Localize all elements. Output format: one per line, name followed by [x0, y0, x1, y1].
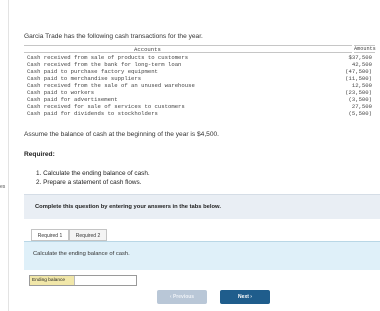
row-amount: (5,500) — [348, 110, 373, 117]
row-description: Cash paid to purchase factory equipment — [27, 68, 158, 75]
previous-label: Previous — [172, 294, 195, 300]
row-amount: 27,500 — [351, 103, 372, 110]
row-amount: 12,500 — [351, 82, 372, 89]
chevron-left-icon: ‹ — [169, 294, 172, 300]
row-description: Cash received from sale of products to c… — [27, 54, 189, 61]
next-button[interactable]: Next › — [220, 290, 270, 304]
tab-required-2[interactable]: Required 2 — [69, 229, 107, 241]
instruction-text: Complete this question by entering your … — [35, 204, 221, 210]
assumption-text: Assume the balance of cash at the beginn… — [24, 131, 220, 138]
row-amount: (11,500) — [345, 75, 372, 82]
table-row: Cash paid for dividends to stockholders … — [24, 110, 375, 117]
required-list: 1. Calculate the ending balance of cash.… — [36, 169, 150, 187]
table-row: Cash paid for advertisement (3,500) — [24, 96, 375, 103]
left-divider — [8, 0, 9, 311]
task-panel: Calculate the ending balance of cash. — [24, 241, 380, 270]
table-row: Cash paid to workers (23,500) — [24, 89, 375, 96]
required-item: 1. Calculate the ending balance of cash. — [36, 170, 150, 177]
row-description: Cash received for sale of services to cu… — [27, 103, 185, 110]
row-description: Cash paid to workers — [27, 89, 95, 96]
table-row: Cash received for sale of services to cu… — [24, 103, 375, 110]
table-row: Cash received from the sale of an unused… — [24, 82, 375, 89]
row-description: Cash received from the sale of an unused… — [27, 82, 195, 89]
row-amount: (23,500) — [345, 89, 372, 96]
next-label: Next — [238, 294, 249, 300]
row-description: Cash paid for dividends to stockholders — [27, 110, 158, 117]
side-label: es — [0, 184, 6, 190]
table-row: Cash received from sale of products to c… — [24, 54, 375, 61]
row-description: Cash paid to merchandise suppliers — [27, 75, 142, 82]
accounts-header-label: Accounts — [134, 46, 161, 53]
row-description: Cash received from the bank for long-ter… — [27, 61, 182, 68]
task-text: Calculate the ending balance of cash. — [33, 251, 130, 257]
table-row: Cash paid to purchase factory equipment … — [24, 68, 375, 75]
amounts-header: Amounts — [354, 45, 376, 53]
previous-button[interactable]: ‹ Previous — [157, 290, 207, 304]
instruction-panel: Complete this question by entering your … — [24, 194, 380, 219]
row-amount: (47,500) — [345, 68, 372, 75]
accounts-header: Accounts — [24, 45, 352, 53]
intro-text: Garcia Trade has the following cash tran… — [24, 33, 203, 40]
row-amount: $37,500 — [348, 54, 373, 61]
table-row: Cash received from the bank for long-ter… — [24, 61, 375, 68]
row-description: Cash paid for advertisement — [27, 96, 118, 103]
transactions-table: Accounts Amounts Cash received from sale… — [24, 45, 376, 127]
row-amount: (3,500) — [348, 96, 373, 103]
tab-required-1[interactable]: Required 1 — [31, 229, 69, 241]
required-item: 2. Prepare a statement of cash flows. — [36, 179, 142, 186]
chevron-right-icon: › — [250, 294, 252, 300]
ending-balance-label: Ending balance — [30, 276, 75, 285]
ending-balance-field[interactable]: Ending balance — [29, 275, 137, 286]
row-amount: 42,500 — [351, 61, 372, 68]
table-row: Cash paid to merchandise suppliers (11,5… — [24, 75, 375, 82]
required-heading: Required: — [24, 151, 55, 158]
